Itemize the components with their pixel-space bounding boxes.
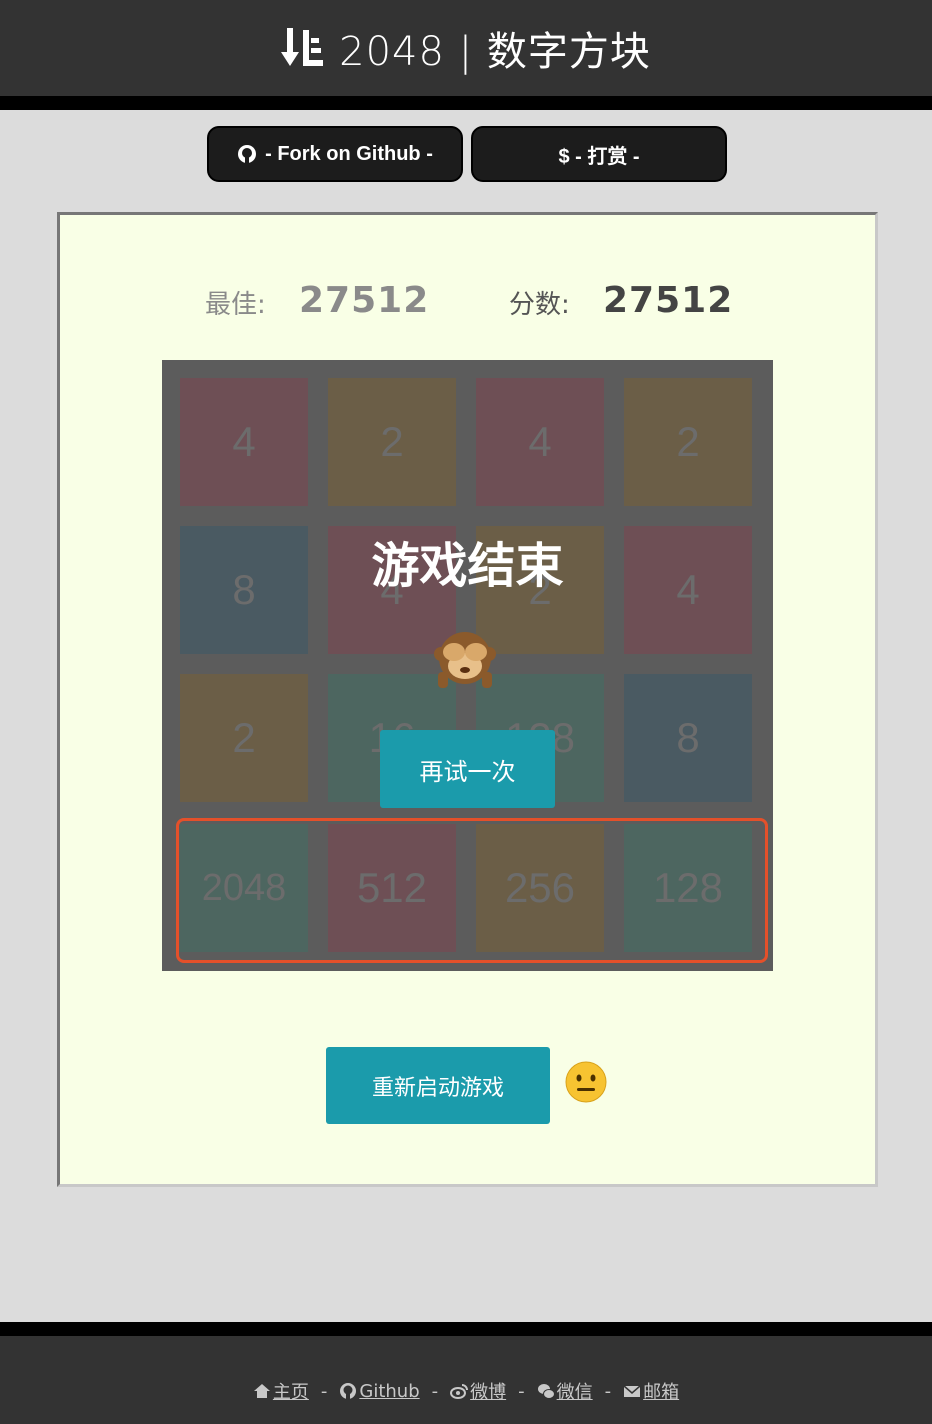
footer-link-label: 微信 — [556, 1382, 593, 1403]
footer-links: 主页 - Github - 微博 - 微信 - 邮箱 — [253, 1378, 679, 1404]
footer-stripe — [0, 1322, 932, 1336]
score-bar: 最佳: 27512 分数: 27512 — [0, 280, 932, 321]
restart-game-button[interactable]: 重新启动游戏 — [326, 1047, 550, 1124]
footer-separator: - — [431, 1380, 439, 1402]
footer-link-home[interactable]: 主页 — [253, 1378, 309, 1404]
footer: 主页 - Github - 微博 - 微信 - 邮箱 — [0, 1336, 932, 1424]
retry-button[interactable]: 再试一次 — [380, 730, 555, 808]
footer-separator: - — [320, 1380, 328, 1402]
board-tile: 4 — [180, 378, 308, 506]
neutral-face-icon — [565, 1061, 607, 1103]
highlight-box — [176, 818, 768, 963]
github-icon — [238, 145, 257, 163]
donate-button[interactable]: $ - 打赏 - — [471, 126, 727, 182]
see-no-evil-monkey-icon — [434, 632, 496, 688]
board-tile: 4 — [476, 378, 604, 506]
current-score-label: 分数: — [509, 290, 570, 320]
footer-link-label: 微博 — [470, 1382, 507, 1403]
footer-separator: - — [604, 1380, 612, 1402]
brand[interactable]: 2048 | 数字方块 — [281, 19, 651, 77]
fork-on-github-button[interactable]: - Fork on Github - — [207, 126, 463, 182]
page-title: 2048 | 数字方块 — [339, 29, 651, 75]
board-tile: 2 — [328, 378, 456, 506]
footer-separator: - — [518, 1380, 525, 1402]
wechat-icon — [537, 1384, 555, 1399]
footer-link-label: 主页 — [272, 1382, 309, 1403]
footer-link-wechat[interactable]: 微信 — [537, 1378, 593, 1404]
footer-link-label: 邮箱 — [643, 1382, 680, 1403]
board-tile: 2 — [624, 378, 752, 506]
header-stripe — [0, 96, 932, 110]
weibo-icon — [450, 1384, 469, 1399]
game-over-title: 游戏结束 — [371, 538, 564, 594]
footer-link-label: Github — [359, 1380, 420, 1402]
footer-link-github[interactable]: Github — [339, 1380, 420, 1402]
footer-link-weibo[interactable]: 微博 — [450, 1378, 506, 1404]
header-bar: 2048 | 数字方块 — [0, 0, 932, 96]
home-icon — [253, 1384, 270, 1398]
current-score-value: 27512 — [603, 280, 734, 321]
envelope-icon — [623, 1385, 641, 1397]
github-icon — [340, 1383, 357, 1399]
best-score-value: 27512 — [299, 280, 430, 321]
board-tile: 8 — [624, 674, 752, 802]
fork-label: - Fork on Github - — [265, 142, 433, 165]
best-score-label: 最佳: — [205, 290, 266, 320]
board-tile: 2 — [180, 674, 308, 802]
footer-link-email[interactable]: 邮箱 — [623, 1378, 679, 1404]
sort-down-icon — [281, 28, 324, 66]
donate-label: $ - 打赏 - — [558, 145, 640, 168]
